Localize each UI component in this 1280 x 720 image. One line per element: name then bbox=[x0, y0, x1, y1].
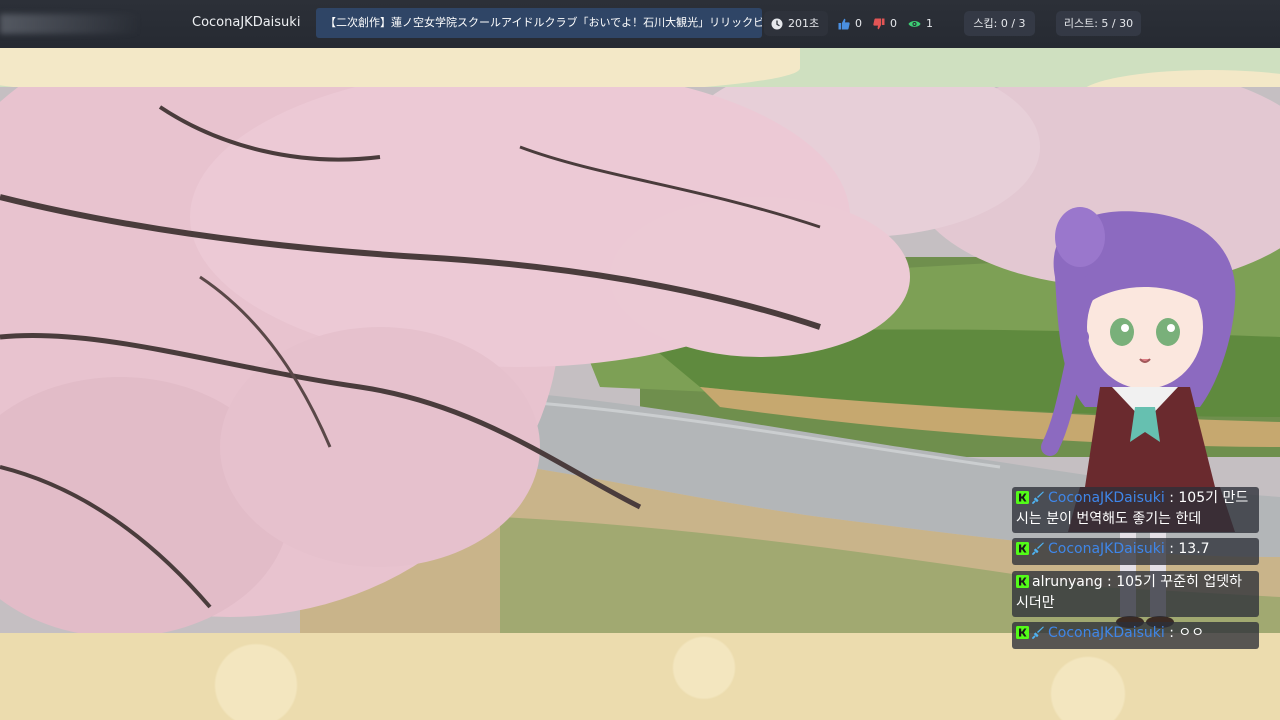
sword-icon bbox=[1032, 491, 1045, 510]
thumbs-down-icon[interactable] bbox=[873, 18, 885, 30]
chat-username[interactable]: CoconaJKDaisuki bbox=[1048, 490, 1165, 506]
badge-group bbox=[1016, 575, 1029, 594]
chat-text: : ㅇㅇ bbox=[1164, 625, 1205, 641]
kick-icon bbox=[1016, 542, 1029, 561]
chat-text: : 13.7 bbox=[1164, 541, 1210, 557]
viewer-stat: 1 bbox=[908, 11, 933, 36]
skip-counter[interactable]: 스킵: 0 / 3 bbox=[964, 11, 1035, 36]
video-title[interactable]: 【二次創作】蓮ノ空女学院スクールアイドルクラブ「おいでよ！石川大観光」リリックビ… bbox=[316, 8, 762, 38]
sword-icon bbox=[1032, 626, 1045, 645]
duration-pill: 201초 bbox=[764, 11, 828, 36]
chat-message: alrunyang : 105기 꾸준히 업뎃하시더만 bbox=[1012, 571, 1259, 617]
dislike-stat[interactable]: 0 bbox=[873, 11, 897, 36]
blurred-region bbox=[0, 14, 140, 34]
thumbs-up-icon[interactable] bbox=[838, 18, 850, 30]
duration-text: 201초 bbox=[788, 17, 820, 30]
chat-message: CoconaJKDaisuki : 105기 만드시는 분이 번역해도 좋기는 … bbox=[1012, 487, 1259, 533]
kick-icon bbox=[1016, 575, 1029, 594]
like-stat[interactable]: 0 bbox=[838, 11, 862, 36]
chat-username[interactable]: alrunyang bbox=[1032, 574, 1103, 590]
clock-icon bbox=[771, 18, 783, 30]
badge-group bbox=[1016, 626, 1045, 645]
dislike-count: 0 bbox=[890, 17, 897, 30]
chat-username[interactable]: CoconaJKDaisuki bbox=[1048, 541, 1165, 557]
channel-name[interactable]: CoconaJKDaisuki bbox=[192, 15, 300, 30]
sword-icon bbox=[1032, 542, 1045, 561]
chat-message: CoconaJKDaisuki : ㅇㅇ bbox=[1012, 622, 1259, 649]
reaction-stats: 0 0 1 bbox=[838, 11, 958, 36]
badge-group bbox=[1016, 542, 1045, 561]
viewer-count: 1 bbox=[926, 17, 933, 30]
playlist-counter[interactable]: 리스트: 5 / 30 bbox=[1056, 11, 1141, 36]
chat-message: CoconaJKDaisuki : 13.7 bbox=[1012, 538, 1259, 565]
stage-decoration-top bbox=[0, 48, 1280, 88]
badge-group bbox=[1016, 491, 1045, 510]
kick-icon bbox=[1016, 626, 1029, 645]
kick-icon bbox=[1016, 491, 1029, 510]
chat-username[interactable]: CoconaJKDaisuki bbox=[1048, 625, 1165, 641]
top-bar: CoconaJKDaisuki 【二次創作】蓮ノ空女学院スクールアイドルクラブ「… bbox=[0, 0, 1280, 48]
eye-icon bbox=[908, 19, 921, 29]
like-count: 0 bbox=[855, 17, 862, 30]
